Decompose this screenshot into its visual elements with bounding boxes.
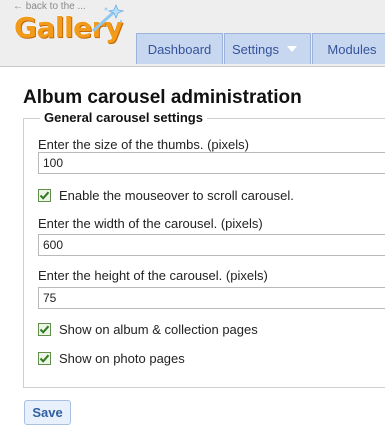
sparkle-icon bbox=[92, 4, 124, 32]
fieldset-legend: General carousel settings bbox=[40, 110, 207, 125]
carousel-height-label: Enter the height of the carousel. (pixel… bbox=[38, 268, 268, 283]
page: ← back to the ... Gallery Dashboard Sett… bbox=[0, 0, 385, 432]
carousel-width-input[interactable] bbox=[38, 234, 385, 256]
carousel-height-input[interactable] bbox=[38, 287, 385, 309]
save-button[interactable]: Save bbox=[24, 400, 71, 425]
checkmark-icon bbox=[39, 191, 50, 200]
photo-pages-checkbox[interactable] bbox=[38, 351, 51, 365]
mouseover-label: Enable the mouseover to scroll carousel. bbox=[59, 187, 294, 203]
photo-pages-label: Show on photo pages bbox=[59, 350, 185, 366]
mouseover-checkbox[interactable] bbox=[38, 188, 51, 202]
thumb-size-input[interactable] bbox=[38, 152, 385, 174]
carousel-width-label: Enter the width of the carousel. (pixels… bbox=[38, 216, 263, 231]
photo-pages-option[interactable]: Show on photo pages bbox=[38, 350, 185, 366]
mouseover-option[interactable]: Enable the mouseover to scroll carousel. bbox=[38, 187, 294, 203]
tab-dashboard[interactable]: Dashboard bbox=[136, 33, 223, 64]
album-pages-option[interactable]: Show on album & collection pages bbox=[38, 321, 258, 337]
album-pages-label: Show on album & collection pages bbox=[59, 321, 258, 337]
chevron-down-icon bbox=[286, 46, 297, 52]
tab-settings-label: Settings bbox=[232, 41, 279, 57]
header: ← back to the ... Gallery Dashboard Sett… bbox=[0, 0, 385, 67]
tab-modules[interactable]: Modules bbox=[312, 33, 385, 64]
tab-settings[interactable]: Settings bbox=[224, 33, 311, 64]
album-pages-checkbox[interactable] bbox=[38, 322, 51, 336]
checkmark-icon bbox=[39, 325, 50, 334]
page-title: Album carousel administration bbox=[23, 87, 302, 108]
tab-dashboard-label: Dashboard bbox=[147, 41, 212, 57]
admin-menu: Dashboard Settings Modules bbox=[136, 33, 385, 66]
tab-modules-label: Modules bbox=[327, 41, 377, 57]
thumb-size-label: Enter the size of the thumbs. (pixels) bbox=[38, 137, 249, 152]
checkmark-icon bbox=[39, 354, 50, 363]
